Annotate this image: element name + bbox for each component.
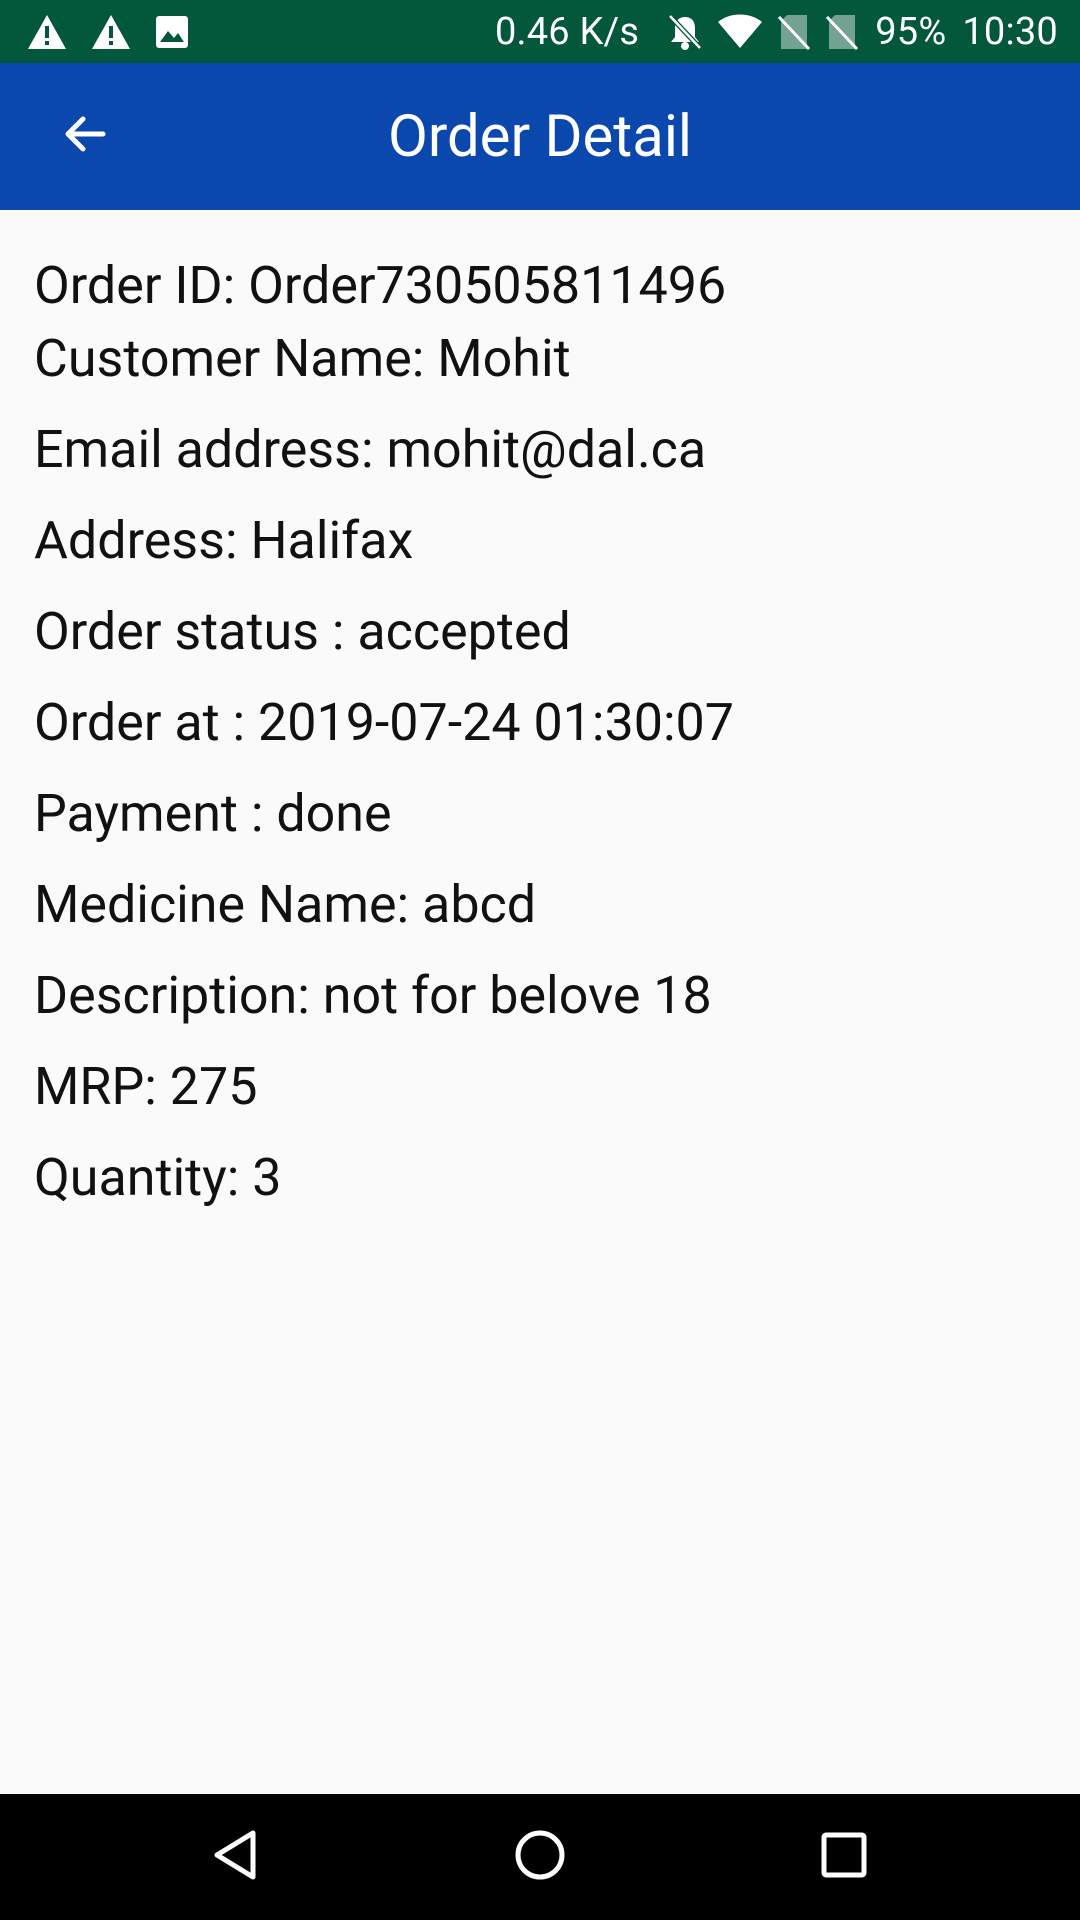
no-sim-icon (825, 13, 859, 51)
order-id: Order ID: Order730505811496 (34, 255, 727, 316)
app-bar: Order Detail (0, 63, 1080, 210)
address: Address: Halifax (34, 510, 414, 571)
order-at: Order at : 2019-07-24 01:30:07 (34, 692, 734, 753)
email-address: Email address: mohit@dal.ca (34, 419, 707, 480)
order-status: Order status : accepted (34, 601, 571, 662)
net-speed: 0.46 K/s (494, 9, 640, 54)
mrp: MRP: 275 (34, 1056, 258, 1117)
nav-recents-icon (821, 1832, 867, 1882)
payment-status: Payment : done (34, 783, 392, 844)
nav-home-icon (513, 1828, 567, 1886)
nav-back-icon (211, 1829, 259, 1885)
page-title: Order Detail (387, 102, 693, 171)
battery-level: 95% (875, 9, 947, 54)
quantity: Quantity: 3 (34, 1147, 282, 1208)
navigation-bar (0, 1794, 1080, 1920)
bell-off-icon (667, 13, 703, 51)
warning-icon (90, 13, 132, 51)
nav-back-button[interactable] (200, 1822, 270, 1892)
status-left-icons (26, 13, 212, 51)
wifi-icon (717, 14, 763, 50)
nav-recents-button[interactable] (809, 1822, 879, 1892)
warning-icon (26, 13, 68, 51)
medicine-name: Medicine Name: abcd (34, 874, 537, 935)
nav-home-button[interactable] (505, 1822, 575, 1892)
status-bar: 0.46 K/s 95% 10:30 (0, 0, 1080, 63)
customer-name: Customer Name: Mohit (34, 328, 571, 389)
status-right: 0.46 K/s 95% 10:30 (495, 10, 1058, 54)
description: Description: not for belove 18 (34, 965, 712, 1026)
image-icon (154, 14, 190, 50)
no-sim-icon (777, 13, 811, 51)
clock: 10:30 (962, 9, 1058, 54)
